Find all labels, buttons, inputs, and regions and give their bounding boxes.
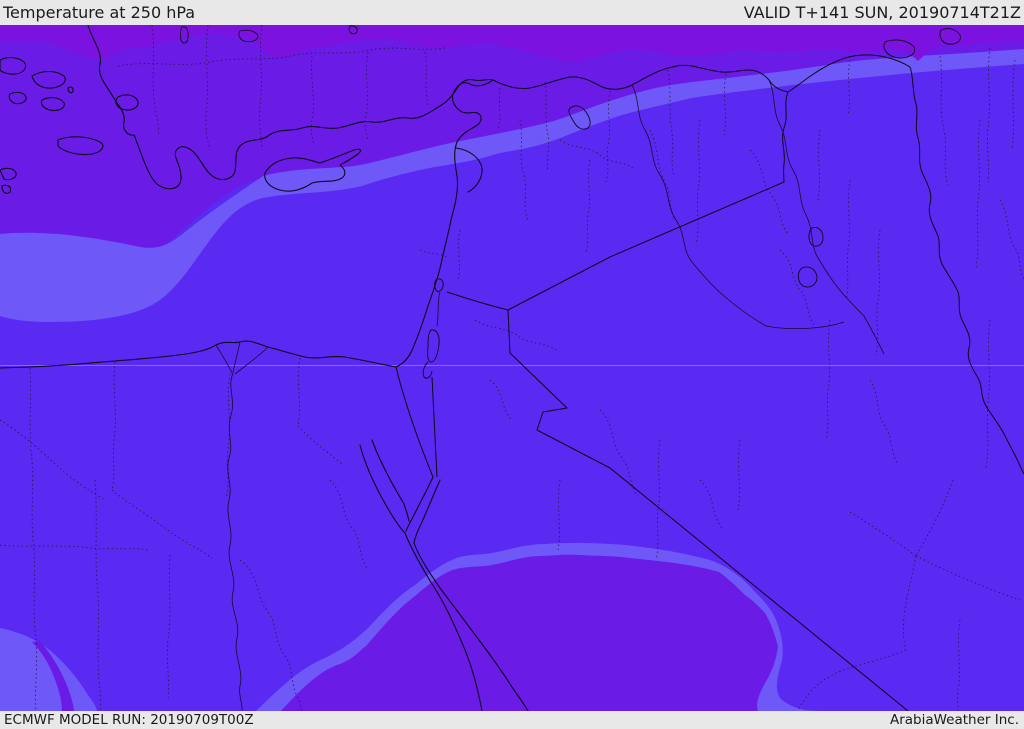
valid-time-label: VALID T+141 SUN, 20190714T21Z: [743, 3, 1021, 22]
header-bar: Temperature at 250 hPa VALID T+141 SUN, …: [0, 0, 1024, 25]
temperature-map-svg: [0, 25, 1024, 711]
model-run-label: ECMWF MODEL RUN: 20190709T00Z: [4, 712, 254, 728]
map-title: Temperature at 250 hPa: [3, 3, 196, 22]
provider-credit-label: ArabiaWeather Inc.: [889, 712, 1019, 728]
weather-chart-window: Temperature at 250 hPa VALID T+141 SUN, …: [0, 0, 1024, 729]
temperature-shading: [0, 25, 1024, 711]
map-canvas: [0, 25, 1024, 711]
footer-bar: ECMWF MODEL RUN: 20190709T00Z ArabiaWeat…: [0, 711, 1024, 729]
